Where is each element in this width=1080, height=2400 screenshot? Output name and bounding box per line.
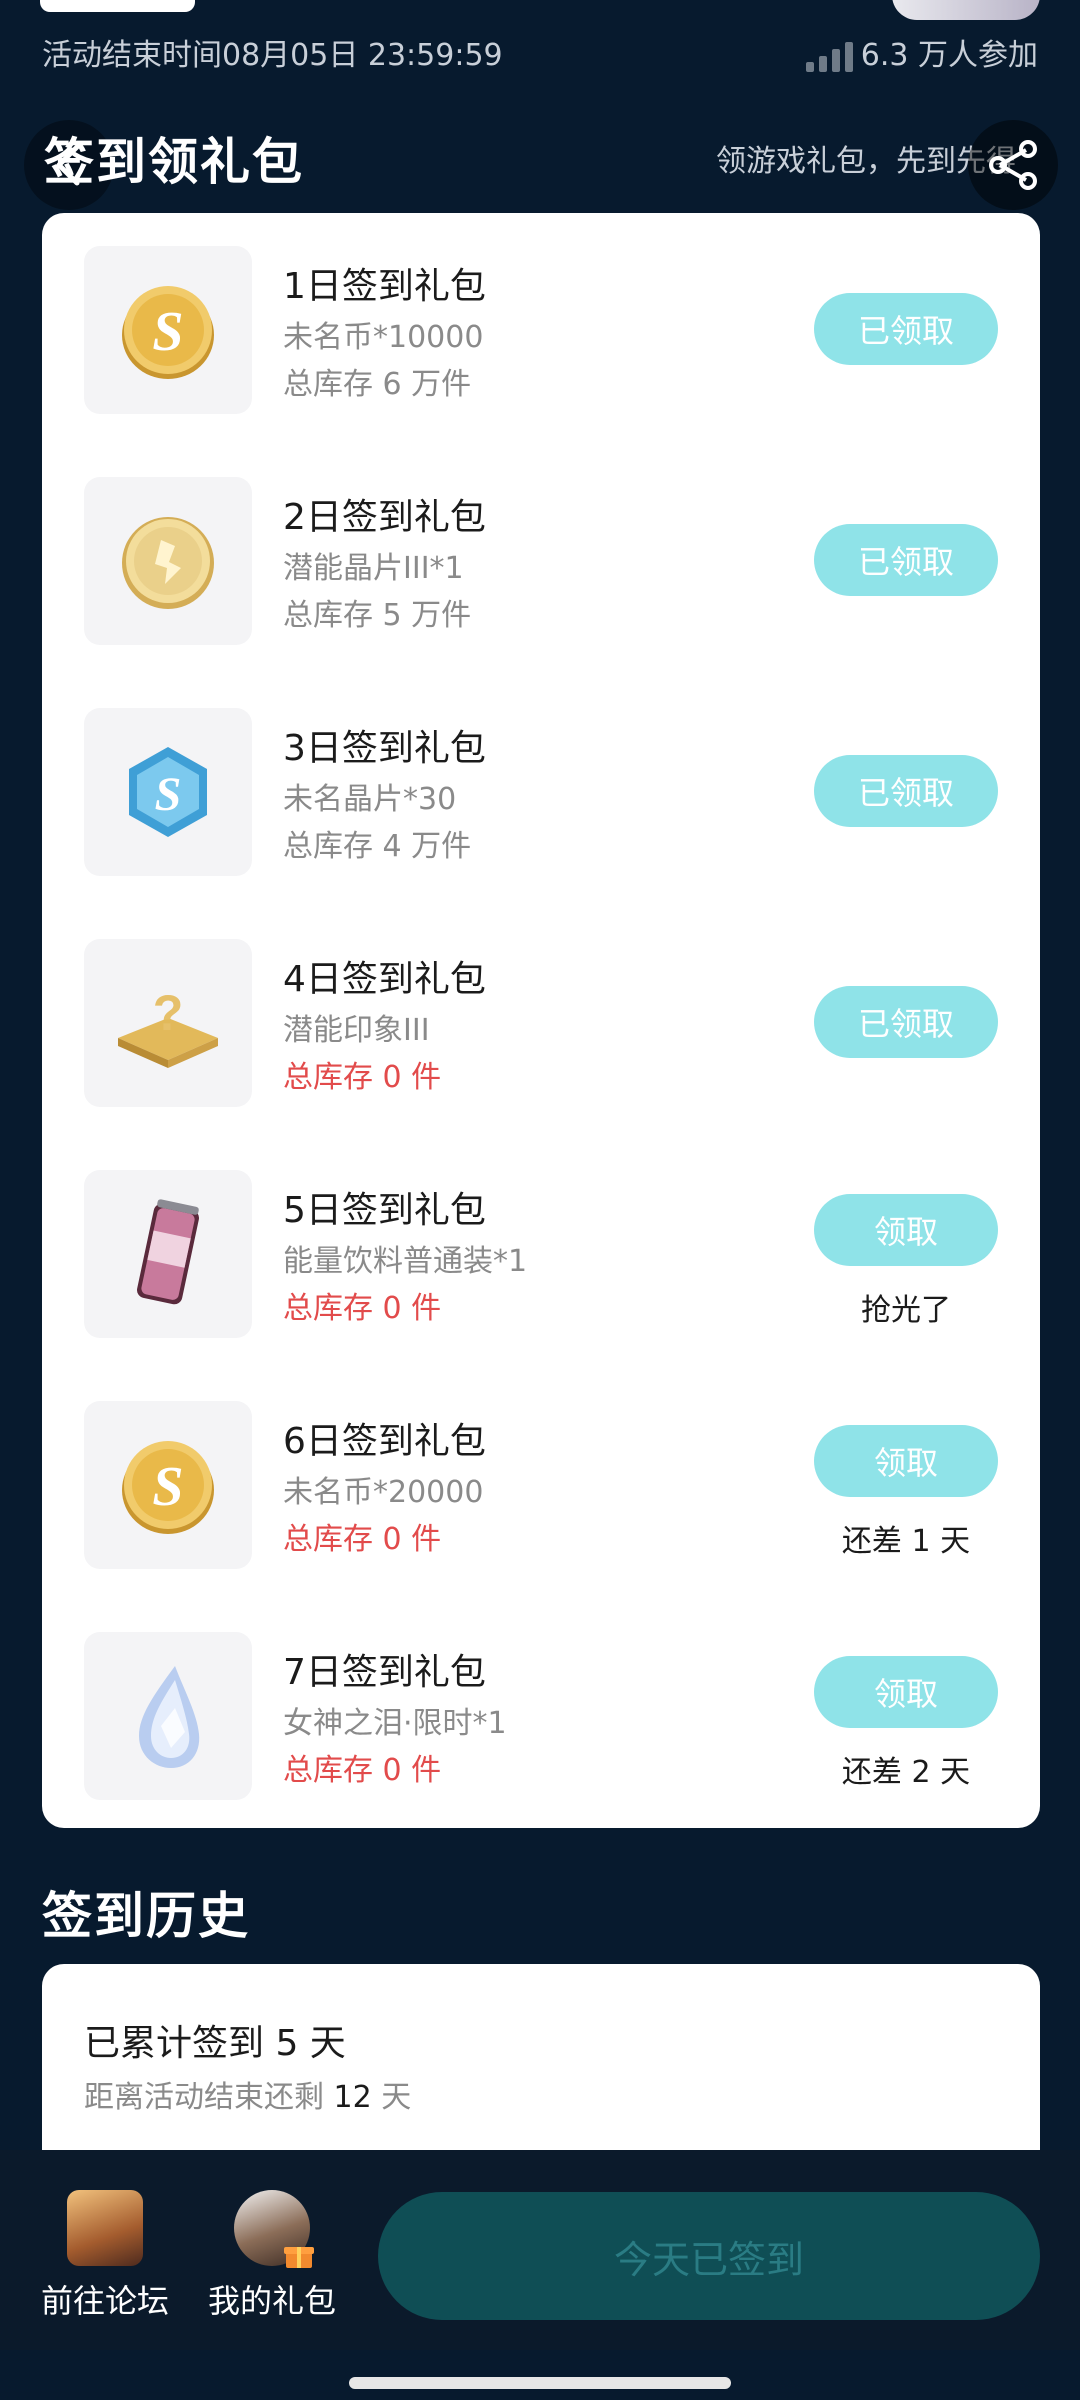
gift-item: 潜能晶片III*1 [283, 551, 464, 586]
history-card: 已累计签到 5 天 距离活动结束还剩 12 天 [42, 1964, 1040, 2164]
gift-title: 7日签到礼包 [283, 1652, 486, 1693]
hexagon-crystal-icon: S [129, 747, 207, 837]
gift-list-card: S 1日签到礼包 未名币*10000 总库存 6 万件 已领取 2日签到礼包 潜… [42, 213, 1040, 1828]
claimed-button[interactable]: 已领取 [814, 755, 998, 827]
gift-row-day-6: S 6日签到礼包 未名币*20000 总库存 0 件 领取 还差 1 天 [42, 1368, 1040, 1599]
claim-status-note: 还差 1 天 [841, 1524, 971, 1559]
forum-label: 前往论坛 [40, 2282, 169, 2320]
claim-button[interactable]: 领取 [814, 1194, 998, 1266]
gift-box-icon [284, 2247, 314, 2268]
claim-button[interactable]: 领取 [814, 1656, 998, 1728]
gift-title: 1日签到礼包 [283, 266, 486, 307]
claimed-button[interactable]: 已领取 [814, 986, 998, 1058]
coin-s-icon: S [122, 286, 214, 379]
claim-button[interactable]: 领取 [814, 1425, 998, 1497]
participant-count: 6.3 万人参加 [860, 38, 1038, 73]
forum-avatar-icon [67, 2190, 143, 2266]
gift-row-day-1: S 1日签到礼包 未名币*10000 总库存 6 万件 已领取 [42, 213, 1040, 444]
energy-drink-icon [137, 1199, 199, 1305]
gift-thumb: S [84, 246, 252, 414]
gift-thumb [84, 477, 252, 645]
gift-thumb [84, 1632, 252, 1800]
gift-stock: 总库存 0 件 [283, 1522, 442, 1557]
bottom-action-bar: 前往论坛 我的礼包 今天已签到 [0, 2150, 1080, 2350]
gift-row-day-5: 5日签到礼包 能量饮料普通装*1 总库存 0 件 领取 抢光了 [42, 1137, 1040, 1368]
gold-chip-icon [122, 517, 214, 609]
gift-item: 未名晶片*30 [283, 782, 457, 817]
checked-in-today-button[interactable]: 今天已签到 [378, 2192, 1040, 2320]
claimed-button[interactable]: 已领取 [814, 293, 998, 365]
total-checkin-days: 已累计签到 5 天 [84, 2023, 346, 2064]
share-button[interactable] [968, 120, 1058, 210]
gift-stock: 总库存 6 万件 [283, 367, 472, 402]
forum-link[interactable]: 前往论坛 [20, 2190, 190, 2322]
claimed-button[interactable]: 已领取 [814, 524, 998, 596]
history-heading: 签到历史 [42, 1887, 250, 1945]
gift-title: 4日签到礼包 [283, 959, 486, 1000]
coin-s-icon: S [122, 1441, 214, 1534]
gift-item: 女神之泪·限时*1 [283, 1706, 507, 1741]
gift-stock: 总库存 5 万件 [283, 598, 472, 633]
gift-thumb: ? [84, 939, 252, 1107]
gift-row-day-3: S 3日签到礼包 未名晶片*30 总库存 4 万件 已领取 [42, 675, 1040, 906]
svg-text:S: S [155, 768, 182, 821]
gift-row-day-4: ? 4日签到礼包 潜能印象III 总库存 0 件 已领取 [42, 906, 1040, 1137]
share-icon [989, 140, 1037, 190]
mystery-box-icon: ? [118, 985, 218, 1068]
activity-end-time: 活动结束时间08月05日 23:59:59 [42, 38, 503, 73]
gift-item: 未名币*20000 [283, 1475, 484, 1510]
days-remaining: 距离活动结束还剩 12 天 [84, 2072, 411, 2116]
top-avatar-group [892, 0, 1040, 20]
gift-item: 能量饮料普通装*1 [283, 1244, 528, 1279]
claim-status-note: 抢光了 [861, 1293, 951, 1328]
gift-thumb [84, 1170, 252, 1338]
home-indicator[interactable] [349, 2377, 731, 2389]
gift-item: 未名币*10000 [283, 320, 484, 355]
days-remaining-suffix: 天 [371, 2080, 412, 2115]
gift-thumb: S [84, 708, 252, 876]
signal-icon [806, 38, 866, 72]
days-remaining-prefix: 距离活动结束还剩 [84, 2080, 334, 2115]
gift-item: 潜能印象III [283, 1013, 430, 1048]
gift-title: 6日签到礼包 [283, 1421, 486, 1462]
gift-thumb: S [84, 1401, 252, 1569]
my-gifts-label: 我的礼包 [207, 2282, 336, 2320]
gift-title: 3日签到礼包 [283, 728, 486, 769]
svg-text:S: S [152, 1456, 183, 1518]
top-tab-chip [40, 0, 195, 12]
svg-text:S: S [152, 301, 183, 363]
teardrop-gem-icon [139, 1666, 200, 1768]
claim-status-note: 还差 2 天 [841, 1755, 971, 1790]
gift-row-day-7: 7日签到礼包 女神之泪·限时*1 总库存 0 件 领取 还差 2 天 [42, 1599, 1040, 1830]
gift-row-day-2: 2日签到礼包 潜能晶片III*1 总库存 5 万件 已领取 [42, 444, 1040, 675]
days-remaining-count: 12 [333, 2080, 372, 2115]
gift-title: 5日签到礼包 [283, 1190, 486, 1231]
my-gifts-link[interactable]: 我的礼包 [187, 2190, 357, 2322]
gift-title: 2日签到礼包 [283, 497, 486, 538]
svg-text:?: ? [153, 985, 184, 1041]
gift-stock: 总库存 0 件 [283, 1753, 442, 1788]
gift-stock: 总库存 0 件 [283, 1060, 442, 1095]
gift-stock: 总库存 4 万件 [283, 829, 472, 864]
gift-stock: 总库存 0 件 [283, 1291, 442, 1326]
page-title: 签到领礼包 [44, 133, 304, 191]
my-gifts-avatar-icon [234, 2190, 314, 2268]
